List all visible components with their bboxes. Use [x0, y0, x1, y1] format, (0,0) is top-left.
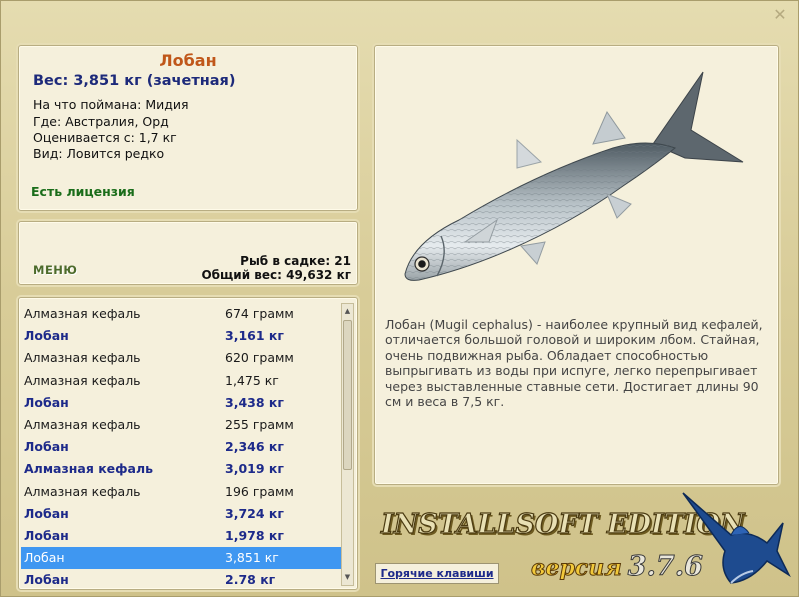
version-word: версия: [531, 555, 623, 582]
catch-fish-weight: 255 грамм: [225, 416, 294, 432]
catch-fish-weight: 2,346 кг: [225, 439, 284, 455]
catch-fish-name: Алмазная кефаль: [24, 483, 141, 499]
catch-list-row[interactable]: Лобан 3,161 кг: [21, 325, 341, 347]
catch-fish-name: Алмазная кефаль: [24, 350, 141, 366]
catch-list-row[interactable]: Лобан 1,978 кг: [21, 525, 341, 547]
catch-list-row[interactable]: Лобан 2.78 кг: [21, 569, 341, 589]
version-label: версия 3.7.6: [531, 551, 704, 583]
valued-from-text: Оценивается с: 1,7 кг: [33, 130, 177, 145]
marlin-logo-icon: [682, 492, 791, 584]
fish-info-panel: Лобан Вес: 3,851 кг (зачетная) На что по…: [18, 45, 358, 211]
fish-detail-panel: Лобан (Mugil cephalus) - наиболее крупны…: [374, 45, 779, 485]
keepnet-stats-panel: МЕНЮ Рыб в садке: 21 Общий вес: 49,632 к…: [18, 221, 358, 285]
catch-fish-weight: 1,978 кг: [225, 527, 284, 543]
catch-fish-weight: 3,019 кг: [225, 461, 284, 477]
catch-fish-name: Лобан: [24, 572, 69, 588]
fish-name-title: Лобан: [159, 51, 217, 70]
catch-fish-weight: 196 грамм: [225, 483, 294, 499]
catch-list-row[interactable]: Лобан 3,724 кг: [21, 503, 341, 525]
catch-fish-weight: 3,851 кг: [225, 550, 279, 566]
catch-fish-name: Лобан: [24, 505, 69, 521]
fish-count: Рыб в садке: 21: [240, 254, 351, 268]
catch-list-row[interactable]: Алмазная кефаль 3,019 кг: [21, 458, 341, 480]
catch-list-row[interactable]: Алмазная кефаль 255 грамм: [21, 414, 341, 436]
scroll-down-icon[interactable]: ▼: [342, 572, 353, 583]
catch-fish-weight: 2.78 кг: [225, 572, 276, 588]
catch-list-row[interactable]: Алмазная кефаль 1,475 кг: [21, 370, 341, 392]
catch-fish-name: Лобан: [24, 328, 69, 344]
fish-image: [404, 71, 744, 281]
scroll-thumb[interactable]: [343, 320, 352, 470]
menu-button[interactable]: МЕНЮ: [33, 263, 77, 277]
caught-on-text: На что поймана: Мидия: [33, 97, 189, 112]
fish-weight: Вес: 3,851 кг (зачетная): [33, 73, 236, 89]
catch-fish-name: Лобан: [24, 550, 65, 566]
catch-fish-name: Лобан: [24, 527, 69, 543]
catch-fish-name: Лобан: [24, 394, 69, 410]
catch-list-row[interactable]: Алмазная кефаль 196 грамм: [21, 481, 341, 503]
catch-list: Алмазная кефаль 674 грамм Лобан 3,161 кг Алм…: [21, 303, 341, 589]
catch-list-row[interactable]: Лобан 2,346 кг: [21, 436, 341, 458]
catch-fish-name: Лобан: [24, 439, 69, 455]
catch-fish-weight: 674 грамм: [225, 306, 294, 321]
catch-list-row[interactable]: Алмазная кефаль 620 грамм: [21, 347, 341, 369]
hotkeys-button[interactable]: Горячие клавиши: [375, 563, 499, 584]
catch-fish-name: Алмазная кефаль: [24, 416, 141, 432]
catch-list-row[interactable]: Лобан 3,438 кг: [21, 392, 341, 414]
fish-description: Лобан (Mugil cephalus) - наиболее крупны…: [385, 317, 763, 410]
total-weight: Общий вес: 49,632 кг: [201, 268, 351, 282]
catch-list-panel: Алмазная кефаль 674 грамм Лобан 3,161 кг Алм…: [18, 297, 358, 590]
catch-list-scrollbar[interactable]: ▲ ▼: [341, 303, 354, 586]
license-status: Есть лицензия: [31, 184, 135, 199]
catch-fish-weight: 3,161 кг: [225, 328, 284, 344]
catch-fish-weight: 620 грамм: [225, 350, 294, 366]
kind-text: Вид: Ловится редко: [33, 146, 165, 161]
main-window: ✕ Лобан Вес: 3,851 кг (зачетная) На что …: [0, 0, 799, 597]
catch-fish-weight: 1,475 кг: [225, 372, 279, 388]
catch-fish-weight: 3,438 кг: [225, 394, 284, 410]
catch-fish-weight: 3,724 кг: [225, 505, 284, 521]
catch-list-row[interactable]: Алмазная кефаль 674 грамм: [21, 303, 341, 325]
catch-fish-name: Алмазная кефаль: [24, 306, 141, 321]
catch-fish-name: Алмазная кефаль: [24, 372, 141, 388]
close-icon[interactable]: ✕: [772, 7, 788, 23]
catch-list-row[interactable]: Лобан 3,851 кг: [21, 547, 341, 570]
location-text: Где: Австралия, Орд: [33, 114, 169, 129]
catch-fish-name: Алмазная кефаль: [24, 461, 154, 477]
scroll-up-icon[interactable]: ▲: [342, 306, 353, 317]
